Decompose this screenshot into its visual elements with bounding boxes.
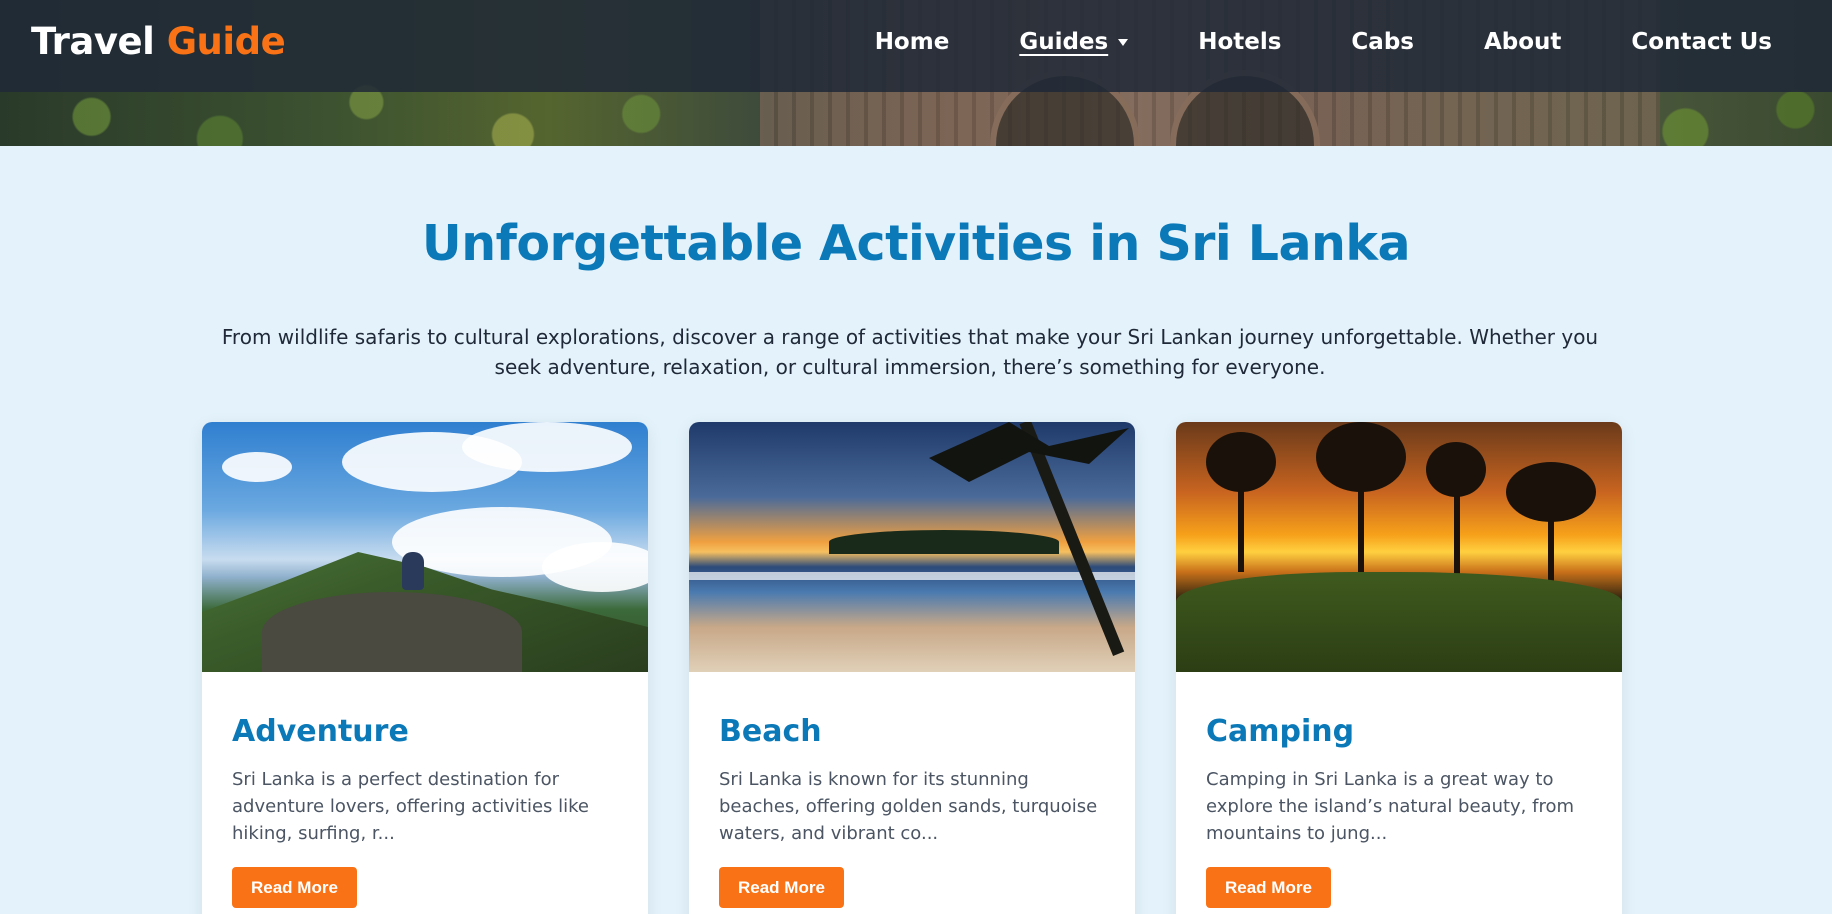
card-body: Camping Camping in Sri Lanka is a great … bbox=[1176, 672, 1622, 908]
tree-trunk bbox=[1548, 512, 1554, 582]
mountain-adventure-photo bbox=[202, 422, 648, 672]
camping-sunset-photo bbox=[1176, 422, 1622, 672]
logo-text-guide: Guide bbox=[166, 20, 286, 63]
nav-item-label: Home bbox=[874, 29, 950, 55]
activity-cards: Adventure Sri Lanka is a perfect destina… bbox=[202, 422, 1622, 914]
hero-banner: Travel Guide Home Guides Hotels Cabs Abo… bbox=[0, 0, 1832, 146]
intro-paragraph: From wildlife safaris to cultural explor… bbox=[221, 325, 1599, 379]
card-description: Sri Lanka is known for its stunning beac… bbox=[719, 769, 1098, 844]
main-nav: Home Guides Hotels Cabs About Contact Us bbox=[875, 24, 1772, 60]
site-logo[interactable]: Travel Guide bbox=[31, 16, 286, 68]
nav-item-cabs[interactable]: Cabs bbox=[1351, 24, 1414, 60]
page-title: Unforgettable Activities in Sri Lanka bbox=[421, 215, 1411, 272]
nav-item-contact-us[interactable]: Contact Us bbox=[1631, 24, 1772, 60]
hiker-figure bbox=[402, 552, 424, 590]
nav-item-label: About bbox=[1483, 29, 1562, 55]
grass-ground bbox=[1176, 572, 1622, 672]
cloud-shape bbox=[222, 452, 292, 482]
nav-item-about[interactable]: About bbox=[1484, 24, 1561, 60]
card-title: Adventure bbox=[232, 714, 409, 749]
card-body: Beach Sri Lanka is known for its stunnin… bbox=[689, 672, 1135, 908]
read-more-button[interactable]: Read More bbox=[1206, 867, 1331, 908]
tree-trunk bbox=[1358, 482, 1364, 582]
tree-trunk bbox=[1454, 492, 1460, 582]
wave-foam bbox=[689, 572, 1135, 580]
card-description: Camping in Sri Lanka is a great way to e… bbox=[1206, 769, 1575, 844]
card-title: Beach bbox=[719, 714, 822, 749]
read-more-button[interactable]: Read More bbox=[232, 867, 357, 908]
card-body: Adventure Sri Lanka is a perfect destina… bbox=[202, 672, 648, 908]
nav-item-home[interactable]: Home bbox=[875, 24, 950, 60]
island-silhouette bbox=[829, 530, 1059, 554]
card-description: Sri Lanka is a perfect destination for a… bbox=[232, 769, 589, 844]
nav-item-hotels[interactable]: Hotels bbox=[1198, 24, 1281, 60]
logo-text-travel: Travel bbox=[31, 20, 155, 63]
beach-sunset-photo bbox=[689, 422, 1135, 672]
tree-silhouette bbox=[1426, 442, 1486, 497]
nav-item-label: Contact Us bbox=[1631, 29, 1772, 55]
tree-trunk bbox=[1238, 482, 1244, 572]
activity-card-camping: Camping Camping in Sri Lanka is a great … bbox=[1176, 422, 1622, 914]
card-title: Camping bbox=[1206, 714, 1355, 749]
cloud-shape bbox=[542, 542, 648, 592]
nav-item-label: Hotels bbox=[1198, 29, 1282, 55]
navbar: Travel Guide Home Guides Hotels Cabs Abo… bbox=[0, 0, 1832, 92]
activity-card-adventure: Adventure Sri Lanka is a perfect destina… bbox=[202, 422, 648, 914]
cloud-shape bbox=[462, 422, 632, 472]
activity-card-beach: Beach Sri Lanka is known for its stunnin… bbox=[689, 422, 1135, 914]
caret-down-icon bbox=[1118, 38, 1129, 46]
nav-item-label: Guides bbox=[1019, 29, 1109, 55]
nav-item-guides[interactable]: Guides bbox=[1019, 24, 1129, 60]
read-more-button[interactable]: Read More bbox=[719, 867, 844, 908]
nav-item-label: Cabs bbox=[1351, 29, 1414, 55]
rock-shape bbox=[262, 592, 522, 672]
